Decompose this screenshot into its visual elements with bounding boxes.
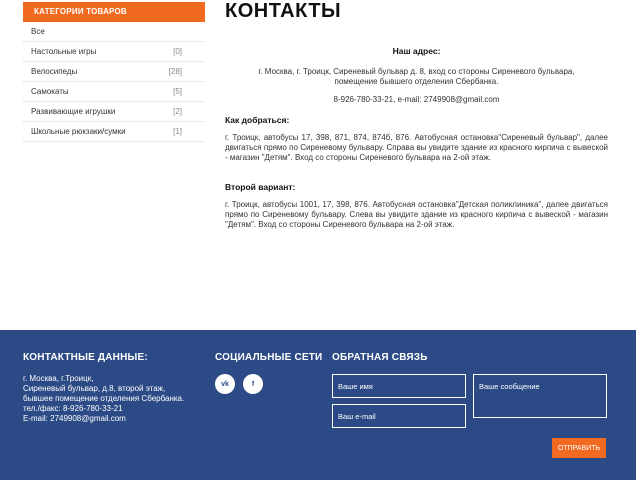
facebook-icon[interactable]: f [243,374,263,394]
site-footer: КОНТАКТНЫЕ ДАННЫЕ: г. Москва, г.Троицк, … [0,330,636,480]
route-text: г. Троицк, автобусы 17, 398, 871, 874, 8… [225,133,608,162]
route-alt-heading: Второй вариант: [225,182,296,192]
category-item-school-bags[interactable]: Школьные рюкзаки/сумки [1] [23,122,205,142]
route-heading: Как добраться: [225,115,290,125]
footer-feedback-title: ОБРАТНАЯ СВЯЗЬ [332,352,428,363]
category-count: [28] [168,67,182,76]
footer-contacts-title: КОНТАКТНЫЕ ДАННЫЕ: [23,352,148,363]
contact-line: г. Москва, г.Троицк, [23,374,94,383]
category-sidebar: КАТЕГОРИИ ТОВАРОВ Все Настольные игры [0… [23,2,205,142]
address-line: г. Москва, г. Троицк, Сиреневый бульвар … [258,67,575,76]
route-alt-text: г. Троицк, автобусы 1001, 17, 398, 876. … [225,200,608,229]
category-item-bicycles[interactable]: Велосипеды [28] [23,62,205,82]
contact-line: бывшее помещение отделения Сбербанка. [23,394,185,403]
category-list: Все Настольные игры [0] Велосипеды [28] … [23,22,205,142]
category-header: КАТЕГОРИИ ТОВАРОВ [23,2,205,22]
category-item-educational-toys[interactable]: Развивающие игрушки [2] [23,102,205,122]
contact-line: E-mail: 2749908@gmail.com [23,414,126,423]
address-line: помещение бывшего отделения Сбербанка. [334,77,499,86]
footer-contacts: г. Москва, г.Троицк, Сиреневый бульвар, … [23,374,184,424]
category-count: [1] [173,127,182,136]
address-heading: Наш адрес: [392,46,441,56]
category-label: Развивающие игрушки [31,107,116,116]
category-item-scooters[interactable]: Самокаты [5] [23,82,205,102]
category-count: [5] [173,87,182,96]
category-label: Велосипеды [31,67,78,76]
category-item-board-games[interactable]: Настольные игры [0] [23,42,205,62]
email-input[interactable] [332,404,466,428]
submit-button[interactable]: ОТПРАВИТЬ [552,438,606,458]
message-textarea[interactable] [473,374,607,418]
contact-line: тел./факс: 8-926-780-33-21 [23,404,123,413]
category-label: Школьные рюкзаки/сумки [31,127,126,136]
contact-line: Сиреневый бульвар, д.8, второй этаж, [23,384,166,393]
category-item-all[interactable]: Все [23,22,205,42]
phone-email: 8-926-780-33-21, e-mail: 2749908@gmail.c… [333,95,500,104]
vk-icon[interactable]: vk [215,374,235,394]
category-label: Настольные игры [31,47,97,56]
category-label: Самокаты [31,87,69,96]
category-count: [0] [173,47,182,56]
category-label: Все [31,27,45,36]
name-input[interactable] [332,374,466,398]
category-count: [2] [173,107,182,116]
footer-social-title: СОЦИАЛЬНЫЕ СЕТИ [215,352,323,363]
address-text: г. Москва, г. Троицк, Сиреневый бульвар … [225,67,608,87]
page-title: КОНТАКТЫ [225,0,342,22]
